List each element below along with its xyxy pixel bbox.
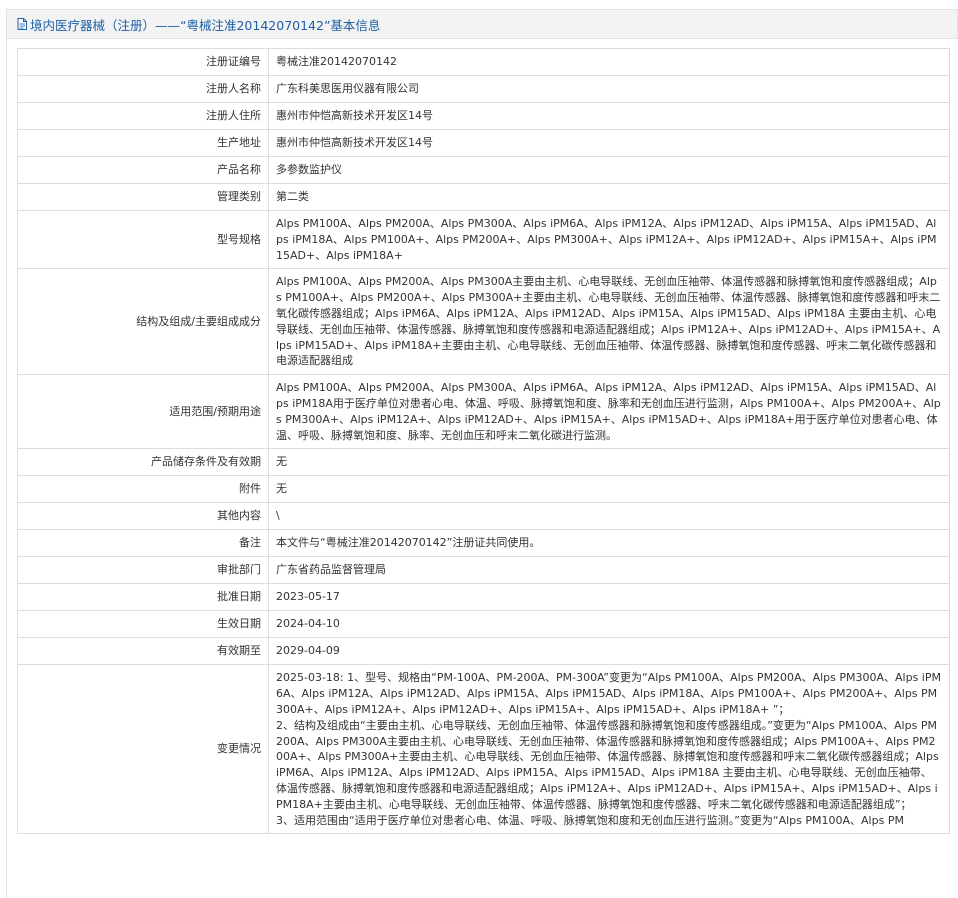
field-value-line: 2024-04-10 (276, 617, 340, 631)
field-value-line: 2、结构及组成由“主要由主机、心电导联线、无创血压袖带、体温传感器和脉搏氧饱和度… (276, 718, 939, 811)
table-row: 注册人住所 惠州市仲恺高新技术开发区14号 (17, 102, 950, 130)
table-row: 批准日期 2023-05-17 (17, 583, 950, 612)
table-row: 产品名称 多参数监护仪 (17, 156, 950, 184)
field-value-line: 无 (276, 455, 287, 469)
field-label: 产品储存条件及有效期 (17, 448, 269, 477)
field-value-line: 第二类 (276, 190, 309, 204)
field-value-line: 本文件与“粤械注准20142070142”注册证共同使用。 (276, 536, 541, 550)
table-row: 注册证编号 粤械注准20142070142 (17, 48, 950, 76)
field-value: Alps PM100A、Alps PM200A、Alps PM300A、Alps… (268, 374, 950, 450)
field-label: 生效日期 (17, 610, 269, 639)
field-value: Alps PM100A、Alps PM200A、Alps PM300A主要由主机… (268, 268, 950, 376)
table-row: 备注 本文件与“粤械注准20142070142”注册证共同使用。 (17, 529, 950, 558)
table-row: 审批部门 广东省药品监督管理局 (17, 556, 950, 585)
table-row: 其他内容 \ (17, 502, 950, 531)
field-label: 变更情况 (17, 664, 269, 835)
field-value: 惠州市仲恺高新技术开发区14号 (268, 129, 950, 157)
field-value-line: 无 (276, 482, 287, 496)
table-row: 变更情况 2025-03-18: 1、型号、规格由“PM-100A、PM-200A… (17, 664, 950, 835)
field-value-line: 2029-04-09 (276, 644, 340, 658)
field-value: 2024-04-10 (268, 610, 950, 639)
field-value-line: 广东科美思医用仪器有限公司 (276, 82, 419, 96)
field-value: 粤械注准20142070142 (268, 48, 950, 76)
table-row: 有效期至 2029-04-09 (17, 637, 950, 666)
field-value-line: 多参数监护仪 (276, 163, 342, 177)
field-value: 第二类 (268, 183, 950, 211)
table-row: 注册人名称 广东科美思医用仪器有限公司 (17, 75, 950, 103)
field-value: 无 (268, 448, 950, 477)
info-table: 注册证编号 粤械注准20142070142 注册人名称 广东科美思医用仪器有限公司 注册… (17, 48, 950, 835)
field-value-line: \ (276, 509, 280, 523)
field-value: 2025-03-18: 1、型号、规格由“PM-100A、PM-200A、PM-… (268, 664, 950, 835)
document-icon (17, 18, 27, 30)
table-row: 适用范围/预期用途 Alps PM100A、Alps PM200A、Alps PM… (17, 374, 950, 450)
field-value-line: 2023-05-17 (276, 590, 340, 604)
field-label: 注册证编号 (17, 48, 269, 76)
field-value-line: 惠州市仲恺高新技术开发区14号 (276, 109, 433, 123)
field-label: 生产地址 (17, 129, 269, 157)
field-value-line: Alps PM100A、Alps PM200A、Alps PM300A主要由主机… (276, 275, 941, 368)
field-label: 审批部门 (17, 556, 269, 585)
field-value: 惠州市仲恺高新技术开发区14号 (268, 102, 950, 130)
field-value-line: 3、适用范围由“适用于医疗单位对患者心电、体温、呼吸、脉搏氧饱和度和无创血压进行… (276, 813, 904, 827)
field-label: 备注 (17, 529, 269, 558)
field-label: 产品名称 (17, 156, 269, 184)
field-value: \ (268, 502, 950, 531)
field-value: 2023-05-17 (268, 583, 950, 612)
page-header: 境内医疗器械（注册）——“粤械注准20142070142”基本信息 (6, 9, 958, 39)
field-value: 本文件与“粤械注准20142070142”注册证共同使用。 (268, 529, 950, 558)
field-label: 其他内容 (17, 502, 269, 531)
page-title: 境内医疗器械（注册）——“粤械注准20142070142”基本信息 (30, 17, 381, 33)
field-value: 2029-04-09 (268, 637, 950, 666)
table-row: 型号规格 Alps PM100A、Alps PM200A、Alps PM300A、… (17, 209, 950, 270)
field-label: 附件 (17, 475, 269, 504)
field-label: 有效期至 (17, 637, 269, 666)
field-label: 注册人名称 (17, 75, 269, 103)
field-value-line: 惠州市仲恺高新技术开发区14号 (276, 136, 433, 150)
table-row: 附件无 (17, 475, 950, 504)
field-label: 注册人住所 (17, 102, 269, 130)
field-label: 结构及组成/主要组成成分 (17, 268, 269, 376)
field-label: 管理类别 (17, 183, 269, 211)
field-value: 广东科美思医用仪器有限公司 (268, 75, 950, 103)
field-value: 多参数监护仪 (268, 156, 950, 184)
field-value: 广东省药品监督管理局 (268, 556, 950, 585)
field-value: Alps PM100A、Alps PM200A、Alps PM300A、Alps… (268, 209, 950, 270)
field-value-line: 广东省药品监督管理局 (276, 563, 386, 577)
table-row: 生产地址 惠州市仲恺高新技术开发区14号 (17, 129, 950, 157)
field-value-line: 2025-03-18: 1、型号、规格由“PM-100A、PM-200A、PM-… (276, 671, 941, 716)
table-row: 结构及组成/主要组成成分 Alps PM100A、Alps PM200A、Alps… (17, 268, 950, 376)
table-row: 产品储存条件及有效期无 (17, 448, 950, 477)
field-value-line: Alps PM100A、Alps PM200A、Alps PM300A、Alps… (276, 217, 937, 262)
field-label: 型号规格 (17, 209, 269, 270)
field-value: 无 (268, 475, 950, 504)
field-value-line: 粤械注准20142070142 (276, 55, 397, 69)
table-row: 生效日期 2024-04-10 (17, 610, 950, 639)
table-row: 管理类别 第二类 (17, 183, 950, 211)
page: 境内医疗器械（注册）——“粤械注准20142070142”基本信息 注册证编号粤… (0, 0, 958, 898)
field-label: 适用范围/预期用途 (17, 374, 269, 450)
field-value-line: Alps PM100A、Alps PM200A、Alps PM300A、Alps… (276, 381, 941, 442)
field-label: 批准日期 (17, 583, 269, 612)
